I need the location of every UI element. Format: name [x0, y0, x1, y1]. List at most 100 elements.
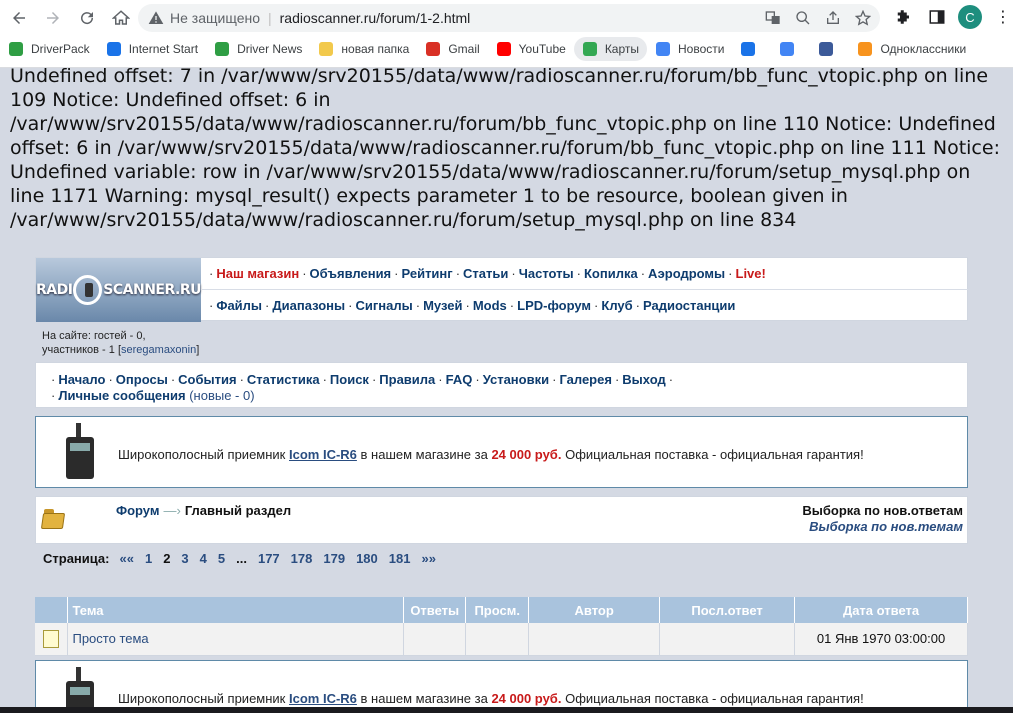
page-link[interactable]: 3	[181, 551, 188, 566]
bookmark-item[interactable]: Driver News	[206, 37, 310, 61]
table-header-cell[interactable]: Тема	[67, 597, 405, 623]
bookmark-item[interactable]: Новости	[647, 37, 732, 61]
bookmark-favicon-icon	[106, 42, 121, 56]
online-status: На сайте: гостей - 0, участников - 1 [se…	[42, 329, 199, 357]
bookmark-label: YouTube	[518, 42, 566, 56]
page-link[interactable]: 5	[218, 551, 225, 566]
breadcrumb-forum-link[interactable]: Форум	[116, 503, 159, 518]
menu-link[interactable]: Файлы	[216, 298, 262, 313]
bookmark-item[interactable]: Одноклассники	[849, 37, 974, 61]
ad-model-link[interactable]: Icom IC-R6	[289, 691, 357, 706]
page-link[interactable]: »»	[421, 551, 435, 566]
forum-nav-link[interactable]: Галерея	[559, 372, 612, 387]
menu-link[interactable]: LPD-форум	[517, 298, 591, 313]
menu-link[interactable]: Аэродромы	[648, 266, 725, 281]
select-new-replies-link[interactable]: Выборка по нов.ответам	[802, 503, 963, 519]
url-text[interactable]: radioscanner.ru/forum/1-2.html	[280, 10, 471, 26]
radio-receiver-image	[64, 423, 96, 481]
menu-link[interactable]: Диапазоны	[272, 298, 345, 313]
shop-ad-banner[interactable]: Широкополосный приемник Icom IC-R6 в наш…	[35, 416, 968, 488]
nav-dot: ·	[552, 372, 557, 387]
table-header-cell[interactable]: Автор	[528, 597, 661, 623]
table-header-row: Тема Ответы Просм. Автор Посл.ответ Дата отве…	[35, 597, 968, 623]
bookmark-label: Карты	[604, 42, 640, 56]
page-link[interactable]: ««	[119, 551, 133, 566]
forum-nav-link[interactable]: FAQ	[446, 372, 473, 387]
private-messages-link[interactable]: Личные сообщения	[58, 388, 185, 403]
bookmark-item[interactable]	[732, 37, 771, 61]
menu-dot: ·	[302, 266, 307, 281]
menu-link[interactable]: Объявления	[310, 266, 392, 281]
forum-nav-link[interactable]: События	[178, 372, 236, 387]
reload-icon[interactable]	[72, 3, 102, 33]
menu-link[interactable]: Частоты	[519, 266, 574, 281]
ad-model-link[interactable]: Icom IC-R6	[289, 447, 357, 462]
address-bar[interactable]: Не защищено | radioscanner.ru/forum/1-2.…	[138, 4, 880, 32]
extensions-icon[interactable]	[890, 4, 916, 30]
online-user-link[interactable]: seregamaxonin	[121, 344, 196, 356]
zoom-icon[interactable]	[794, 9, 812, 27]
menu-link[interactable]: Статьи	[463, 266, 508, 281]
table-header-cell[interactable]: Посл.ответ	[659, 597, 796, 623]
page-link[interactable]: 178	[291, 551, 313, 566]
menu-link[interactable]: Сигналы	[355, 298, 412, 313]
menu-link[interactable]: Музей	[423, 298, 462, 313]
profile-avatar[interactable]: C	[958, 5, 982, 29]
page-link[interactable]: 1	[145, 551, 152, 566]
page-link[interactable]: 4	[200, 551, 207, 566]
select-new-topics-link[interactable]: Выборка по нов.темам	[802, 519, 963, 535]
forward-icon[interactable]	[38, 3, 68, 33]
forum-nav-link[interactable]: Статистика	[247, 372, 320, 387]
bookmark-item[interactable]: Gmail	[417, 37, 487, 61]
translate-icon[interactable]	[764, 9, 782, 27]
topics-table: Тема Ответы Просм. Автор Посл.ответ Дата отве…	[35, 597, 968, 656]
warning-icon[interactable]	[148, 10, 164, 26]
private-messages-new[interactable]: (новые - 0)	[189, 388, 254, 403]
back-icon[interactable]	[4, 3, 34, 33]
table-header-cell[interactable]: Дата ответа	[794, 597, 968, 623]
bookmark-item[interactable]: YouTube	[488, 37, 574, 61]
menu-link[interactable]: Live!	[736, 266, 766, 281]
bookmark-label: Новости	[678, 42, 725, 56]
forum-nav-line-1: · Начало · Опросы · События · Статистика · Поиск ·…	[48, 372, 676, 387]
logo-text-right: SCANNER.RU	[103, 282, 201, 298]
nav-dot: ·	[371, 372, 377, 387]
forum-nav-link[interactable]: Правила	[379, 372, 435, 387]
home-icon[interactable]	[106, 3, 136, 33]
page-link[interactable]: 177	[258, 551, 280, 566]
bookmark-item[interactable]: Карты	[573, 37, 648, 61]
menu-link[interactable]: Копилка	[584, 266, 638, 281]
bookmark-item[interactable]: DriverPack	[0, 37, 98, 61]
table-header-cell[interactable]: Просм.	[465, 597, 530, 623]
forum-nav-link[interactable]: Установки	[483, 372, 549, 387]
menu-link[interactable]: Радиостанции	[643, 298, 735, 313]
table-cell-topic[interactable]: Просто тема	[67, 623, 405, 656]
bookmark-item[interactable]: Internet Start	[98, 37, 206, 61]
menu-link[interactable]: Рейтинг	[402, 266, 453, 281]
menu-link[interactable]: Mods	[473, 298, 507, 313]
bookmark-star-icon[interactable]	[854, 9, 872, 27]
site-logo[interactable]: RADI SCANNER.RU	[36, 258, 201, 322]
shop-ad-banner-bottom[interactable]: Широкополосный приемник Icom IC-R6 в наш…	[35, 660, 968, 713]
forum-nav-link[interactable]: Опросы	[116, 372, 168, 387]
menu-link[interactable]: Клуб	[601, 298, 632, 313]
table-header-cell[interactable]: Ответы	[403, 597, 467, 623]
page-link[interactable]: 179	[323, 551, 345, 566]
menu-link[interactable]: Наш магазин	[216, 266, 299, 281]
forum-nav-link[interactable]: Выход	[622, 372, 665, 387]
bookmarks-bar: DriverPack Internet Start Driver News новая…	[0, 37, 1013, 61]
menu-dots-icon[interactable]: ⋮	[990, 4, 1013, 30]
bookmark-item[interactable]: новая папка	[310, 37, 417, 61]
not-secure-label: Не защищено	[170, 10, 260, 26]
bookmark-item[interactable]	[810, 37, 849, 61]
page-link[interactable]: 181	[389, 551, 411, 566]
page-link[interactable]: 180	[356, 551, 378, 566]
forum-nav-link[interactable]: Поиск	[330, 372, 369, 387]
bookmark-favicon-icon	[656, 42, 671, 56]
share-icon[interactable]	[824, 9, 842, 27]
menu-dot: ·	[455, 266, 461, 281]
sidepanel-icon[interactable]	[924, 4, 950, 30]
bookmark-item[interactable]	[771, 37, 810, 61]
php-error-text: Undefined offset: 7 in /var/www/srv20155…	[10, 65, 1000, 231]
forum-nav-link[interactable]: Начало	[58, 372, 105, 387]
